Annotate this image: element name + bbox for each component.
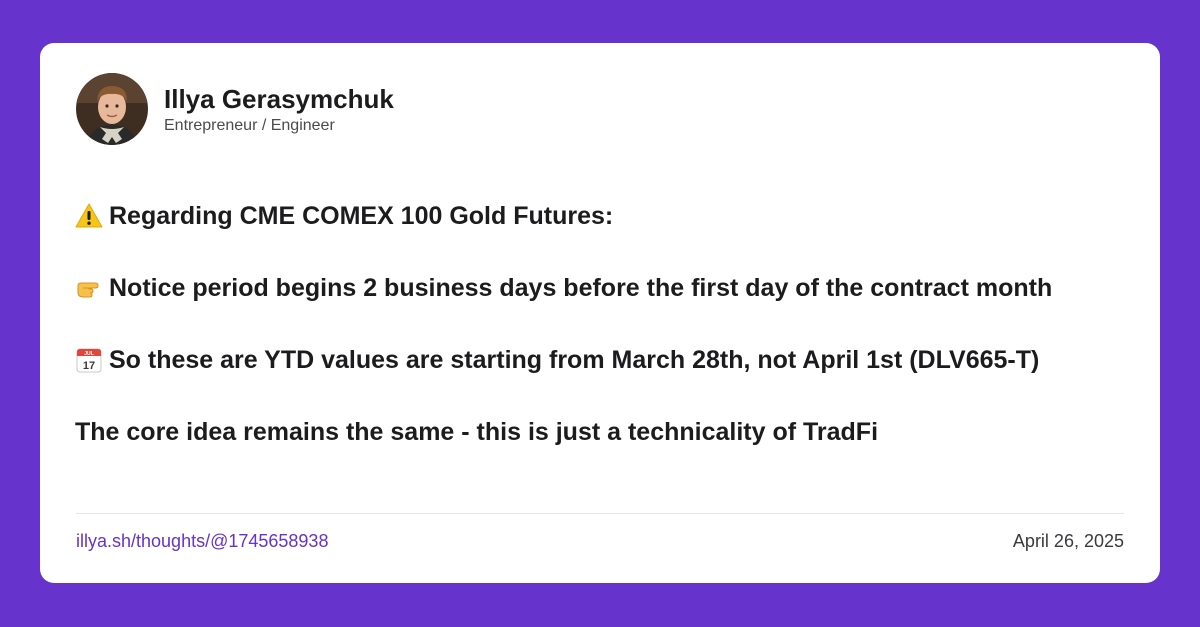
author-name[interactable]: Illya Gerasymchuk [164,83,394,115]
avatar-image [76,73,148,145]
post-permalink[interactable]: illya.sh/thoughts/@1745658938 [76,529,328,553]
calendar-icon: JUL 17 [75,346,103,374]
post-line-2: Notice period begins 2 business days bef… [75,270,1125,306]
warning-icon [75,202,103,230]
calendar-day: 17 [83,360,95,372]
avatar[interactable] [76,73,148,145]
author-identity: Illya Gerasymchuk Entrepreneur / Enginee… [164,83,394,136]
footer-divider [76,513,1124,514]
post-line-3-text: So these are YTD values are starting fro… [109,346,1040,374]
post-date: April 26, 2025 [1012,531,1124,551]
post-line-4-text: The core idea remains the same - this is… [75,418,879,446]
post-line-1: Regarding CME COMEX 100 Gold Futures: [75,198,1125,234]
author-role: Entrepreneur / Engineer [164,116,335,134]
post-line-4: The core idea remains the same - this is… [75,414,1125,450]
post-line-3: JUL 17 So these are YTD values are start… [75,342,1125,378]
calendar-month: JUL [84,351,93,357]
post-body: Regarding CME COMEX 100 Gold Futures: No… [75,198,1125,486]
author-header: Illya Gerasymchuk Entrepreneur / Enginee… [76,73,394,145]
post-line-1-text: Regarding CME COMEX 100 Gold Futures: [109,202,614,230]
post-card: Illya Gerasymchuk Entrepreneur / Enginee… [40,43,1160,583]
post-line-2-text: Notice period begins 2 business days bef… [109,274,1053,302]
pointing-hand-icon [75,274,103,302]
